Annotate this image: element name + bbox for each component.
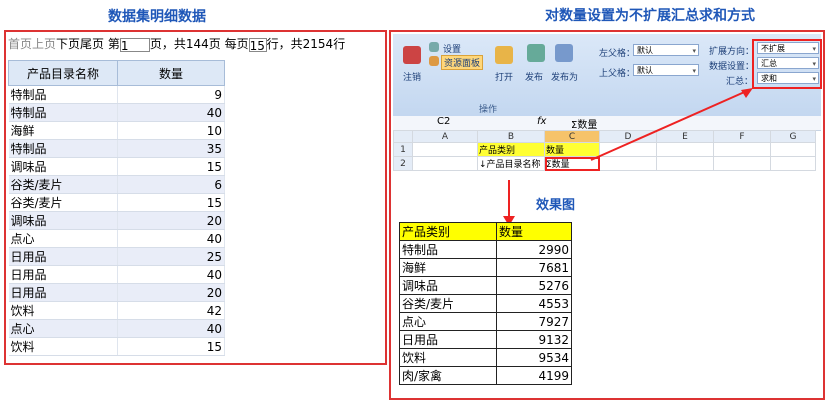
result-table: 产品类别 数量 特制品 2990 海鲜 7681 调味品 5276 谷类/麦片 4553 点心 7… bbox=[399, 222, 572, 385]
table-row: 点心 40 bbox=[8, 229, 225, 248]
table-row: 点心 40 bbox=[8, 319, 225, 338]
quantity-cell: 15 bbox=[117, 337, 225, 356]
prev-page-link[interactable]: 上页 bbox=[32, 37, 56, 51]
category-cell: 点心 bbox=[8, 229, 118, 248]
first-page-link[interactable]: 首页 bbox=[8, 37, 32, 51]
category-cell: 谷类/麦片 bbox=[8, 175, 118, 194]
quantity-cell: 10 bbox=[117, 121, 225, 140]
table-row: 调味品 20 bbox=[8, 211, 225, 230]
detail-panel: 首页上页下页尾页 第1 页，共144页 每页15 行，共2154行 产品目录名称 数… bbox=[4, 30, 387, 365]
category-cell: 特制品 bbox=[8, 103, 118, 122]
sum-cell: 7927 bbox=[496, 312, 572, 331]
table-row: 海鲜 7681 bbox=[399, 258, 572, 277]
category-cell: 海鲜 bbox=[8, 121, 118, 140]
table-row: 谷类/麦片 6 bbox=[8, 175, 225, 194]
table-row: 特制品 2990 bbox=[399, 240, 572, 259]
detail-table: 产品目录名称 数量 特制品 9 特制品 40 海鲜 10 特制品 35 调味品 15 谷类/麦片 6 谷… bbox=[8, 60, 225, 356]
table-row: 饮料 9534 bbox=[399, 348, 572, 367]
category-cell: 谷类/麦片 bbox=[399, 294, 497, 313]
result-caption: 效果图 bbox=[536, 198, 576, 213]
category-cell: 调味品 bbox=[399, 276, 497, 295]
config-panel: 注销 设置 资源面板 打开 发布 发布为 操作 左父格： 默认 上父格： 默认 … bbox=[389, 30, 825, 400]
category-cell: 调味品 bbox=[8, 157, 118, 176]
table-row: 点心 7927 bbox=[399, 312, 572, 331]
quantity-cell: 15 bbox=[117, 193, 225, 212]
sum-cell: 5276 bbox=[496, 276, 572, 295]
pager: 首页上页下页尾页 第1 页，共144页 每页15 行，共2154行 bbox=[8, 37, 346, 53]
category-cell: 特制品 bbox=[8, 85, 118, 104]
category-cell: 肉/家禽 bbox=[399, 366, 497, 385]
pointer-arrow-line bbox=[590, 89, 750, 161]
category-cell: 海鲜 bbox=[399, 258, 497, 277]
table-row: 日用品 9132 bbox=[399, 330, 572, 349]
quantity-cell: 20 bbox=[117, 283, 225, 302]
page-count-text: 页，共144页 bbox=[149, 37, 221, 51]
quantity-cell: 40 bbox=[117, 265, 225, 284]
per-page-prefix: 每页 bbox=[224, 37, 249, 51]
sum-cell: 4553 bbox=[496, 294, 572, 313]
quantity-cell: 40 bbox=[117, 319, 225, 338]
table-row: 肉/家禽 4199 bbox=[399, 366, 572, 385]
category-cell: 日用品 bbox=[8, 283, 118, 302]
sum-cell: 4199 bbox=[496, 366, 572, 385]
sum-cell: 9534 bbox=[496, 348, 572, 367]
quantity-cell: 9 bbox=[117, 85, 225, 104]
category-cell: 特制品 bbox=[399, 240, 497, 259]
table-row: 饮料 42 bbox=[8, 301, 225, 320]
table-row: 特制品 40 bbox=[8, 103, 225, 122]
table-row: 谷类/麦片 4553 bbox=[399, 294, 572, 313]
row-count-text: 行，共2154行 bbox=[266, 37, 346, 51]
column-header: 产品目录名称 bbox=[8, 60, 118, 86]
left-title: 数据集明细数据 bbox=[108, 9, 206, 25]
category-cell: 日用品 bbox=[399, 330, 497, 349]
category-cell: 日用品 bbox=[8, 247, 118, 266]
quantity-cell: 35 bbox=[117, 139, 225, 158]
quantity-cell: 15 bbox=[117, 157, 225, 176]
page-prefix: 第 bbox=[107, 37, 120, 51]
last-page-link[interactable]: 尾页 bbox=[80, 37, 104, 51]
right-title: 对数量设置为不扩展汇总求和方式 bbox=[545, 8, 755, 24]
quantity-cell: 40 bbox=[117, 103, 225, 122]
table-row: 特制品 35 bbox=[8, 139, 225, 158]
per-page-input[interactable]: 15 bbox=[248, 37, 267, 53]
category-cell: 谷类/麦片 bbox=[8, 193, 118, 212]
category-cell: 饮料 bbox=[8, 337, 118, 356]
category-cell: 点心 bbox=[399, 312, 497, 331]
quantity-cell: 20 bbox=[117, 211, 225, 230]
table-row: 日用品 25 bbox=[8, 247, 225, 266]
category-cell: 调味品 bbox=[8, 211, 118, 230]
category-cell: 饮料 bbox=[8, 301, 118, 320]
category-cell: 点心 bbox=[8, 319, 118, 338]
quantity-cell: 42 bbox=[117, 301, 225, 320]
quantity-cell: 40 bbox=[117, 229, 225, 248]
column-header: 数量 bbox=[496, 222, 572, 241]
table-row: 日用品 40 bbox=[8, 265, 225, 284]
category-cell: 日用品 bbox=[8, 265, 118, 284]
category-cell: 特制品 bbox=[8, 139, 118, 158]
table-row: 谷类/麦片 15 bbox=[8, 193, 225, 212]
page-number-input[interactable]: 1 bbox=[119, 37, 150, 53]
category-cell: 饮料 bbox=[399, 348, 497, 367]
table-row: 日用品 20 bbox=[8, 283, 225, 302]
sum-cell: 2990 bbox=[496, 240, 572, 259]
table-row: 调味品 15 bbox=[8, 157, 225, 176]
quantity-cell: 25 bbox=[117, 247, 225, 266]
sum-cell: 9132 bbox=[496, 330, 572, 349]
table-row: 特制品 9 bbox=[8, 85, 225, 104]
table-row: 海鲜 10 bbox=[8, 121, 225, 140]
table-row: 饮料 15 bbox=[8, 337, 225, 356]
column-header: 产品类别 bbox=[399, 222, 497, 241]
table-row: 调味品 5276 bbox=[399, 276, 572, 295]
next-page-link[interactable]: 下页 bbox=[56, 37, 80, 51]
sum-cell: 7681 bbox=[496, 258, 572, 277]
quantity-cell: 6 bbox=[117, 175, 225, 194]
column-header: 数量 bbox=[117, 60, 225, 86]
